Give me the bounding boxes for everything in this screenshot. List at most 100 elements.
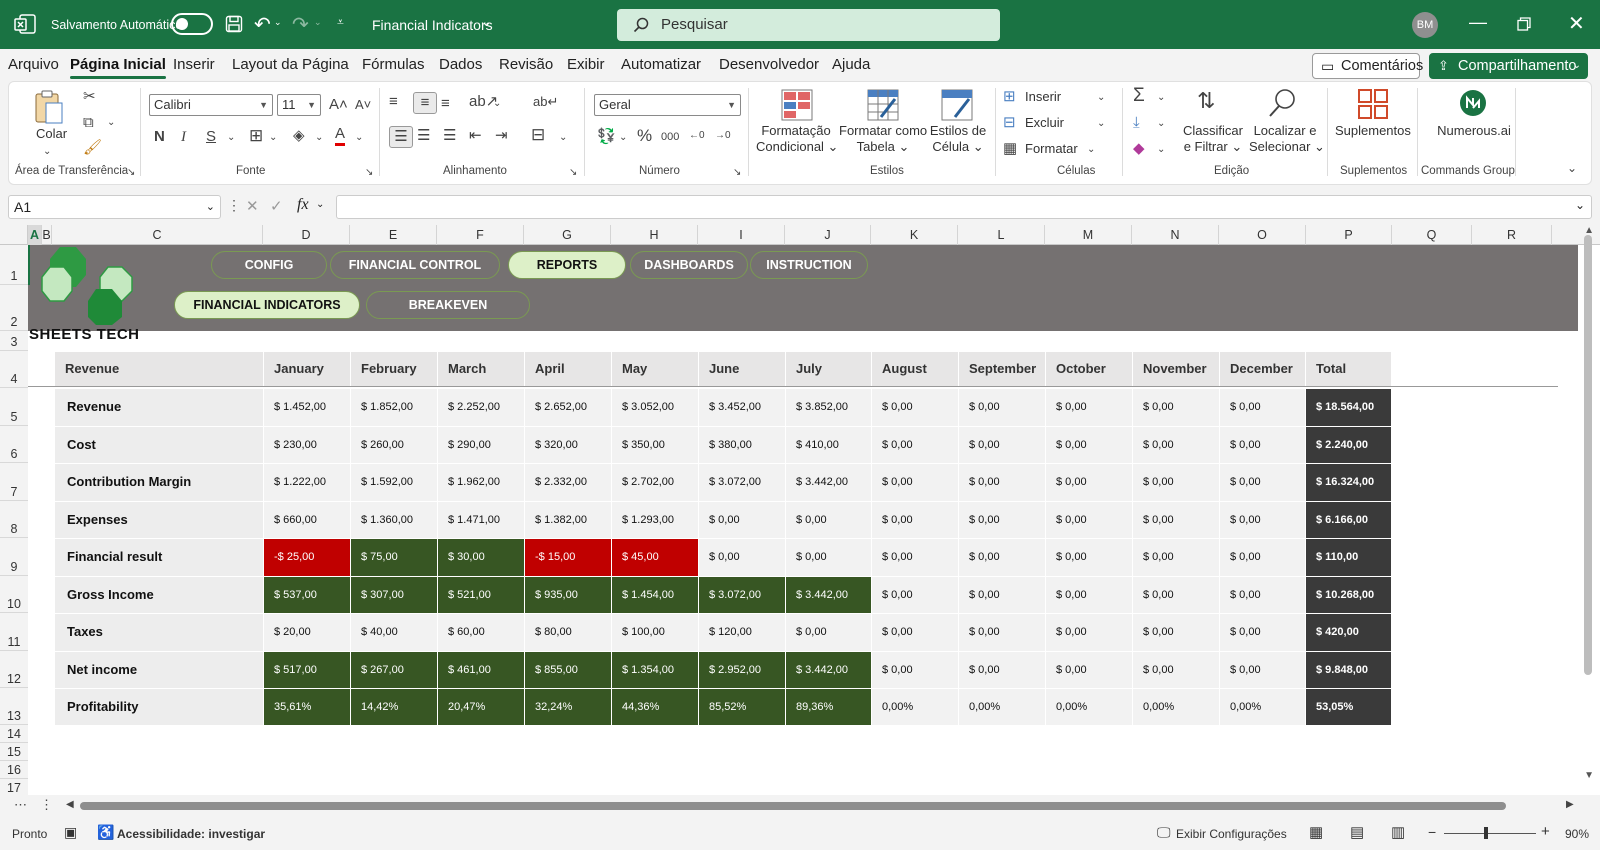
table-cell[interactable]: $ 0,00 [1133,502,1219,538]
horizontal-scrollbar-thumb[interactable] [80,802,1506,810]
format-cells-label[interactable]: Formatar [1025,141,1078,157]
table-cell[interactable]: $ 0,00 [959,577,1045,613]
row-label[interactable]: Profitability [55,689,263,725]
normal-view-icon[interactable]: ▦ [1309,823,1323,841]
table-cell[interactable]: $ 0,00 [1046,614,1132,651]
table-cell[interactable]: $ 0,00 [786,539,871,576]
nav-button-breakeven[interactable]: BREAKEVEN [366,291,530,319]
close-icon[interactable]: ✕ [1568,11,1585,36]
restore-icon[interactable] [1517,17,1531,31]
vertical-scrollbar-thumb[interactable] [1584,235,1592,675]
column-header[interactable]: I [698,225,785,245]
format-chevron-icon[interactable]: ⌄ [1087,140,1095,160]
nav-button-instruction[interactable]: INSTRUCTION [750,251,868,279]
row-header[interactable]: 7 [0,463,28,501]
percent-icon[interactable]: % [637,126,652,146]
table-cell[interactable]: $ 0,00 [959,652,1045,688]
table-total-cell[interactable]: $ 10.268,00 [1306,577,1391,613]
column-header[interactable]: A [28,225,42,245]
conditional-format-label[interactable]: Formatação Condicional ⌄ [756,123,838,155]
table-cell[interactable]: $ 0,00 [959,389,1045,426]
paste-icon[interactable] [33,89,65,127]
tab-arquivo[interactable]: Arquivo [8,56,59,73]
table-total-cell[interactable]: $ 9.848,00 [1306,652,1391,688]
row-header[interactable]: 13 [0,688,28,725]
table-cell[interactable]: $ 45,00 [612,539,698,576]
table-total-cell[interactable]: $ 420,00 [1306,614,1391,651]
table-cell[interactable]: $ 3.452,00 [699,389,785,426]
table-cell[interactable]: $ 350,00 [612,427,698,463]
table-cell[interactable]: $ 537,00 [264,577,350,613]
table-cell[interactable]: $ 320,00 [525,427,611,463]
column-header[interactable]: H [611,225,698,245]
table-cell[interactable]: $ 855,00 [525,652,611,688]
table-cell[interactable]: $ 0,00 [959,539,1045,576]
table-cell[interactable]: $ 1.222,00 [264,464,350,501]
table-cell[interactable]: $ 0,00 [872,464,958,501]
column-header[interactable]: N [1132,225,1219,245]
borders-chevron-icon[interactable]: ⌄ [269,128,277,148]
page-layout-icon[interactable]: ▤ [1350,823,1364,841]
table-total-cell[interactable]: $ 110,00 [1306,539,1391,576]
align-right-icon[interactable]: ☰ [443,126,456,146]
fill-color-icon[interactable]: ◈ [293,126,305,146]
column-header[interactable]: F [437,225,524,245]
table-cell[interactable]: $ 0,00 [1220,464,1305,501]
table-cell[interactable]: $ 120,00 [699,614,785,651]
table-cell[interactable]: $ 2.252,00 [438,389,524,426]
table-cell[interactable]: $ 0,00 [1046,389,1132,426]
table-cell[interactable]: $ 380,00 [699,427,785,463]
table-cell[interactable]: $ 100,00 [612,614,698,651]
nav-button-financial-control[interactable]: FINANCIAL CONTROL [330,251,500,279]
font-color-chevron-icon[interactable]: ⌄ [355,128,363,148]
numerous-logo-icon[interactable] [1459,89,1487,117]
table-cell[interactable]: $ 517,00 [264,652,350,688]
avatar[interactable]: BM [1412,12,1438,38]
scroll-left-icon[interactable]: ◀ [66,799,74,810]
name-box[interactable]: A1 ⌄ [8,195,221,219]
table-cell[interactable]: $ 461,00 [438,652,524,688]
cancel-icon[interactable]: ✕ [246,197,259,215]
title-chevron-down-icon[interactable]: ⌄ [481,14,492,30]
row-label[interactable]: Contribution Margin [55,464,263,501]
merge-center-icon[interactable]: ⊟ [531,125,545,145]
table-cell[interactable]: $ 0,00 [872,502,958,538]
tab-dados[interactable]: Dados [439,56,482,73]
table-cell[interactable]: $ 230,00 [264,427,350,463]
zoom-level[interactable]: 90% [1565,827,1589,841]
column-header[interactable]: B [42,225,52,245]
column-header[interactable]: D [263,225,350,245]
table-cell[interactable]: $ 0,00 [1220,577,1305,613]
table-cell[interactable]: $ 1.382,00 [525,502,611,538]
row-header[interactable]: 17 [0,779,28,795]
undo-dropdown-icon[interactable]: ⌄ [274,17,282,28]
thousands-icon[interactable]: 000 [661,127,679,147]
row-header[interactable]: 15 [0,743,28,761]
macro-record-icon[interactable]: ▣ [64,824,77,841]
table-cell[interactable]: $ 3.072,00 [699,577,785,613]
tab-formulas[interactable]: Fórmulas [362,56,425,73]
column-header[interactable]: G [524,225,611,245]
table-cell[interactable]: $ 1.293,00 [612,502,698,538]
decrease-decimal-icon[interactable]: →0 [715,126,731,146]
borders-icon[interactable]: ⊞ [249,126,263,146]
table-cell[interactable]: $ 935,00 [525,577,611,613]
collapse-ribbon-icon[interactable]: ⌄ [1567,158,1577,178]
column-header[interactable]: J [785,225,871,245]
accessibility-icon[interactable]: ♿ [97,824,114,841]
table-cell[interactable]: $ 80,00 [525,614,611,651]
table-total-cell[interactable]: $ 2.240,00 [1306,427,1391,463]
table-cell[interactable]: $ 1.962,00 [438,464,524,501]
table-cell[interactable]: $ 0,00 [1133,614,1219,651]
column-header[interactable]: P [1306,225,1392,245]
clipboard-launcher-icon[interactable]: ↘ [127,163,135,183]
table-total-cell[interactable]: $ 6.166,00 [1306,502,1391,538]
numerous-label[interactable]: Numerous.ai [1429,123,1519,139]
column-header[interactable]: C [52,225,263,245]
delete-cells-icon[interactable]: ⊟ [1003,113,1016,133]
autosum-icon[interactable]: Σ [1133,86,1145,106]
increase-decimal-icon[interactable]: ←0 [689,126,705,146]
row-label[interactable]: Gross Income [55,577,263,613]
table-cell[interactable]: $ 0,00 [959,614,1045,651]
share-button[interactable]: ⇪ Compartilhamento ⌄ [1429,53,1588,79]
